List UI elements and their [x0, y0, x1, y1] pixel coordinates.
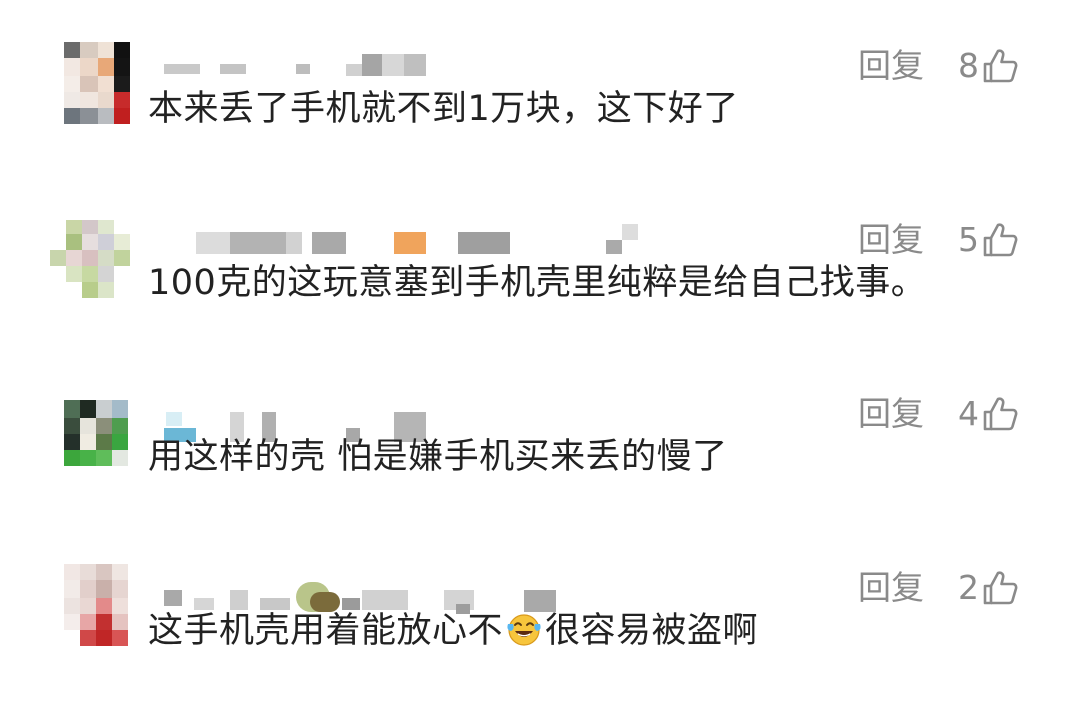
- avatar[interactable]: [64, 564, 130, 646]
- like-button[interactable]: 2: [958, 566, 1019, 610]
- thumbs-up-icon: [981, 395, 1019, 433]
- reply-button[interactable]: 回复: [858, 392, 924, 436]
- comment-item-4: 这手机壳用着能放心不 很容易被盗啊 回复 2: [0, 564, 1080, 684]
- like-button[interactable]: 4: [958, 392, 1019, 436]
- tears-of-joy-emoji-icon: [505, 610, 543, 648]
- reply-button[interactable]: 回复: [858, 218, 924, 262]
- like-button[interactable]: 8: [958, 44, 1019, 88]
- like-count: 2: [958, 568, 979, 607]
- comment-text-part: 很容易被盗啊: [545, 611, 759, 651]
- comment-text: 本来丢了手机就不到1万块，这下好了: [148, 89, 739, 129]
- comment-text: 用这样的壳 怕是嫌手机买来丢的慢了: [148, 437, 728, 477]
- reply-button[interactable]: 回复: [858, 566, 924, 610]
- reply-button[interactable]: 回复: [858, 44, 924, 88]
- comment-text-part: 这手机壳用着能放心不: [148, 611, 504, 651]
- username-redacted[interactable]: [150, 224, 638, 254]
- comment-text: 100克的这玩意塞到手机壳里纯粹是给自己找事。: [148, 263, 927, 303]
- comment-text: 这手机壳用着能放心不 很容易被盗啊: [148, 606, 758, 656]
- like-count: 4: [958, 394, 979, 433]
- comment-item-1: 本来丢了手机就不到1万块，这下好了 回复 8: [0, 42, 1080, 162]
- avatar[interactable]: [64, 390, 130, 472]
- thumbs-up-icon: [981, 569, 1019, 607]
- like-button[interactable]: 5: [958, 218, 1019, 262]
- like-count: 8: [958, 46, 979, 85]
- avatar[interactable]: [50, 216, 130, 298]
- username-redacted[interactable]: [150, 54, 630, 76]
- thumbs-up-icon: [981, 221, 1019, 259]
- username-redacted[interactable]: [150, 402, 630, 442]
- like-count: 5: [958, 220, 979, 259]
- avatar[interactable]: [64, 42, 130, 124]
- comment-item-2: 100克的这玩意塞到手机壳里纯粹是给自己找事。 回复 5: [0, 216, 1080, 336]
- comment-item-3: 用这样的壳 怕是嫌手机买来丢的慢了 回复 4: [0, 390, 1080, 510]
- thumbs-up-icon: [981, 47, 1019, 85]
- username-redacted[interactable]: [150, 576, 630, 614]
